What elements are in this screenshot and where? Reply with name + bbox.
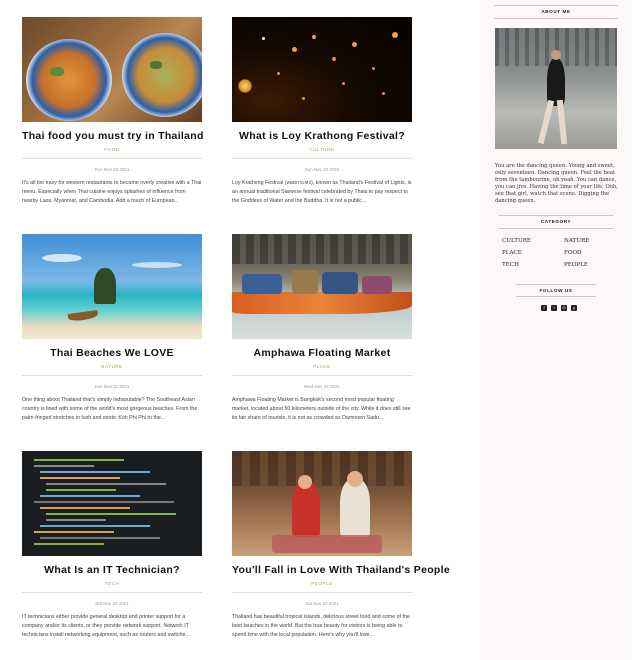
category-link-food[interactable]: FOOD <box>564 250 582 256</box>
divider <box>22 158 202 159</box>
post-title[interactable]: You'll Fall in Love With Thailand's Peop… <box>232 564 450 576</box>
twitter-icon[interactable]: t <box>551 305 557 311</box>
post-date: Sun Nov 21 2021 <box>94 384 130 389</box>
category-link-culture[interactable]: CULTURE <box>502 238 531 244</box>
post-category[interactable]: CULTURE <box>232 147 412 152</box>
divider <box>232 158 412 159</box>
post-excerpt: IT technicians either provide general de… <box>22 614 190 638</box>
divider <box>22 375 202 376</box>
category-heading: CATEGORY <box>540 219 572 224</box>
post-image-floating-market[interactable] <box>232 234 412 339</box>
divider <box>498 228 614 229</box>
post-image-beach[interactable] <box>22 234 202 339</box>
sidebar: ABOUT ME You are the dancing queen. Youn… <box>480 0 632 660</box>
post-card[interactable]: You'll Fall in Love With Thailand's Peop… <box>232 451 450 640</box>
social-links: f t ◎ p <box>541 305 577 311</box>
post-title[interactable]: Amphawa Floating Market <box>232 347 412 359</box>
post-category[interactable]: PEOPLE <box>232 581 412 586</box>
post-date: Sun Nov 20 2021 <box>94 167 130 172</box>
post-date: Sun Nov 20 2021 <box>304 167 340 172</box>
post-image-lanterns[interactable] <box>232 17 412 122</box>
divider <box>494 5 618 6</box>
post-image-code[interactable] <box>22 451 202 556</box>
divider <box>516 296 596 297</box>
category-link-tech[interactable]: TECH <box>502 262 519 268</box>
post-excerpt: Thailand has beautiful tropical islands,… <box>232 614 410 638</box>
divider <box>232 375 412 376</box>
facebook-icon[interactable]: f <box>541 305 547 311</box>
post-date: Wed Nov 24 2021 <box>304 384 340 389</box>
category-link-place[interactable]: PLACE <box>502 250 522 256</box>
post-excerpt: One thing about Thailand that's simply i… <box>22 397 198 421</box>
divider <box>22 592 202 593</box>
post-title[interactable]: Thai food you must try in Thailand <box>22 130 203 142</box>
follow-heading: FOLLOW US <box>539 288 573 293</box>
pinterest-icon[interactable]: p <box>571 305 577 311</box>
post-excerpt: It's all too easy for western restaurant… <box>22 180 202 204</box>
post-date: Sat Nov 20 2021 <box>305 601 339 606</box>
post-title[interactable]: Thai Beaches We LOVE <box>22 347 202 359</box>
post-card[interactable]: Amphawa Floating Market PLACE Wed Nov 24… <box>232 234 412 423</box>
post-category[interactable]: PLACE <box>232 364 412 369</box>
post-excerpt: Amphawa Floating Market is Bangkok's sec… <box>232 397 411 421</box>
divider <box>494 18 618 19</box>
post-card[interactable]: What Is an IT Technician? TECH Sat Nov 2… <box>22 451 202 640</box>
post-card[interactable]: Thai Beaches We LOVE NATURE Sun Nov 21 2… <box>22 234 202 423</box>
post-category[interactable]: NATURE <box>22 364 202 369</box>
divider <box>232 592 412 593</box>
post-grid: Thai food you must try in Thailand FOOD … <box>0 0 478 660</box>
author-photo <box>495 28 617 149</box>
post-date: Sat Nov 20 2021 <box>95 601 129 606</box>
post-card[interactable]: What is Loy Krathong Festival? CULTURE S… <box>232 17 412 206</box>
post-category[interactable]: FOOD <box>22 147 202 152</box>
divider <box>498 215 614 216</box>
instagram-icon[interactable]: ◎ <box>561 305 567 311</box>
post-title[interactable]: What is Loy Krathong Festival? <box>232 130 412 142</box>
post-card[interactable]: Thai food you must try in Thailand FOOD … <box>22 17 203 206</box>
post-title[interactable]: What Is an IT Technician? <box>22 564 202 576</box>
category-link-people[interactable]: PEOPLE <box>564 262 588 268</box>
post-image-thai-food[interactable] <box>22 17 202 122</box>
category-link-nature[interactable]: NATURE <box>564 238 589 244</box>
post-category[interactable]: TECH <box>22 581 202 586</box>
about-text: You are the dancing queen. Young and swe… <box>495 163 618 204</box>
post-excerpt: Loy Krathong Festival (ลอยกระทง), known … <box>232 180 412 204</box>
divider <box>516 284 596 285</box>
about-heading: ABOUT ME <box>541 9 571 14</box>
post-image-people[interactable] <box>232 451 412 556</box>
